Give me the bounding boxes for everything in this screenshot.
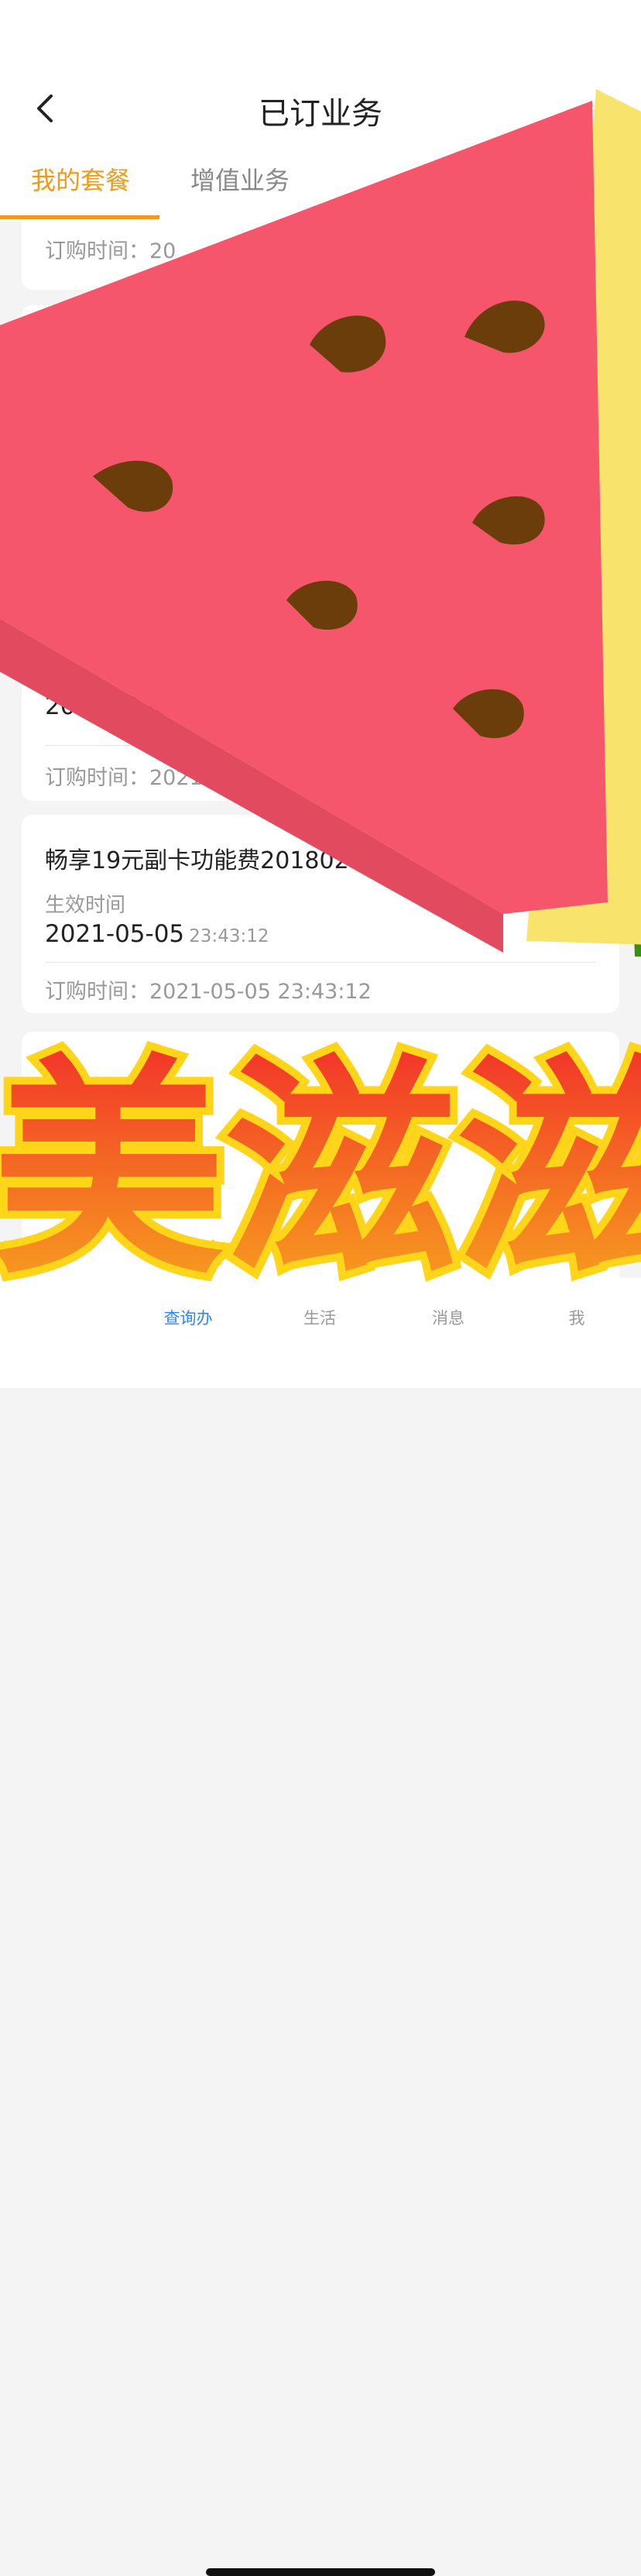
order-time-value: 2021-05-05 23:43:12	[149, 980, 372, 1004]
home-indicator	[206, 2568, 435, 2576]
bottom-tab-messages[interactable]: 消息	[413, 1306, 483, 1329]
package-card: 生效 2021-05-0 订购时间：2021-05-0	[22, 305, 619, 801]
package-card[interactable]: 畅享19元副卡功能费201802 生效时间 2021-05-05 23:43:12…	[22, 815, 619, 1013]
order-time-label: 订购时间：	[45, 980, 149, 1004]
tab-my-package[interactable]: 我的套餐	[31, 161, 130, 197]
tab-value-added[interactable]: 增值业务	[190, 161, 290, 197]
package-list[interactable]: 订购时间：20 生效 2021-05-0 订购时间：2021-05-0 畅享19…	[0, 222, 641, 1309]
tab-bar-top: 我的套餐 增值业务	[0, 147, 641, 222]
effective-time-value: 23:43:12	[189, 926, 269, 946]
card-divider	[45, 745, 596, 746]
page-title: 已订业务	[259, 96, 382, 132]
order-time-value: 2021-05-0	[149, 766, 258, 790]
order-time-label: 订购时间：	[45, 766, 149, 790]
effective-label: 生效时间	[45, 894, 126, 917]
order-time-label: 订购时间：	[45, 239, 149, 263]
effective-label: 生效	[45, 666, 86, 689]
package-title: 畅享19元副卡功能费201802	[45, 847, 349, 874]
bottom-tab-me[interactable]: 我	[542, 1306, 612, 1329]
nav-bar: 已订业务	[0, 70, 641, 147]
package-card: 订购时间：20	[22, 222, 619, 290]
tab-active-indicator	[0, 215, 159, 219]
card-divider	[45, 962, 596, 963]
order-time-row: 订购时间：2021-05-05 23:43:12	[45, 974, 372, 1005]
bottom-tab-query[interactable]: 查询办	[153, 1306, 223, 1329]
bottom-tab-life[interactable]: 生活	[285, 1306, 355, 1329]
effective-date: 2021-05-05 23:43:12	[45, 920, 269, 948]
bottom-tab-bar: 查询办 生活 消息 我	[0, 1278, 641, 2576]
order-time-row: 订购时间：2021-05-0	[45, 761, 258, 791]
status-bar	[0, 0, 641, 70]
effective-date: 2021-05-0	[45, 692, 170, 720]
order-time-row: 订购时间：20	[45, 234, 176, 264]
effective-date-value: 2021-05-05	[45, 920, 185, 948]
package-card	[22, 1032, 619, 1309]
order-time-value: 20	[149, 239, 177, 263]
